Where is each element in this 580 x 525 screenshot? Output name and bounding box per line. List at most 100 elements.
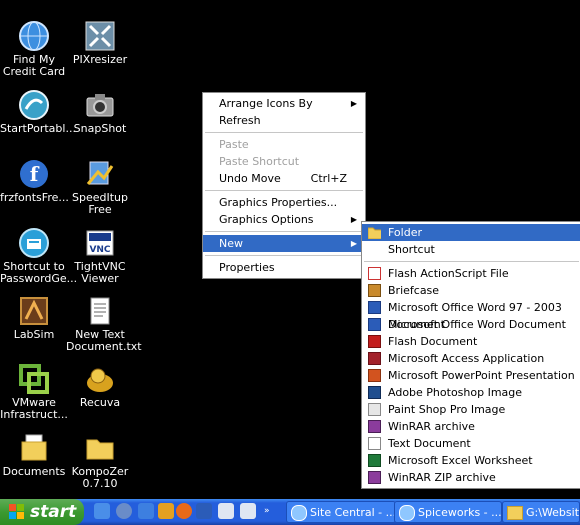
menu-item-label: Graphics Properties...: [219, 196, 338, 209]
desktop-icon-labsim[interactable]: LabSim: [0, 295, 68, 341]
vmware-icon: [18, 363, 50, 395]
documents-folder-icon: [18, 432, 50, 464]
submenu-item-powerpoint[interactable]: Microsoft PowerPoint Presentation: [362, 367, 580, 384]
ie-icon: [399, 505, 415, 521]
menu-separator: [364, 261, 579, 262]
quicklaunch-ie-icon[interactable]: [138, 503, 154, 519]
menu-separator: [205, 190, 363, 191]
svg-text:VNC: VNC: [89, 245, 110, 255]
menu-item-properties[interactable]: Properties: [203, 259, 365, 276]
menu-item-arrange-icons-by[interactable]: Arrange Icons By ▶: [203, 95, 365, 112]
menu-item-label: Graphics Options: [219, 213, 314, 226]
powerpoint-icon: [368, 369, 381, 382]
text-document-icon: [84, 295, 116, 327]
menu-item-new[interactable]: New ▶: [203, 235, 365, 252]
task-label: Spiceworks - ...: [418, 506, 502, 519]
submenu-item-winrar-zip[interactable]: WinRAR ZIP archive: [362, 469, 580, 486]
speeditup-icon: [84, 158, 116, 190]
text-document-icon: [368, 437, 381, 450]
submenu-arrow-icon: ▶: [350, 215, 357, 224]
quicklaunch-document-icon[interactable]: [240, 503, 256, 519]
globe-icon: [18, 20, 50, 52]
new-submenu: Folder Shortcut Flash ActionScript File …: [361, 221, 580, 489]
menu-item-label: Undo Move: [219, 172, 281, 185]
menu-item-label: Text Document: [388, 437, 471, 450]
ie-icon: [291, 505, 307, 521]
start-label: start: [30, 502, 77, 522]
taskbar: start » Site Central - ... Spiceworks - …: [0, 499, 580, 525]
submenu-item-winrar-archive[interactable]: WinRAR archive: [362, 418, 580, 435]
quicklaunch-firefox-icon[interactable]: [176, 503, 192, 519]
menu-item-paste: Paste: [203, 136, 365, 153]
taskbar-button-website-folder[interactable]: G:\Website ...: [502, 501, 580, 523]
desktop-icon-label: Shortcut to PasswordGe...: [0, 260, 78, 285]
folder-icon: [368, 227, 381, 239]
menu-item-label: Microsoft PowerPoint Presentation: [388, 369, 575, 382]
submenu-item-flash-document[interactable]: Flash Document: [362, 333, 580, 350]
labsim-icon: [18, 295, 50, 327]
flash-icon: [368, 335, 381, 348]
submenu-item-folder[interactable]: Folder: [362, 224, 580, 241]
menu-item-label: Properties: [219, 261, 275, 274]
desktop-icon-label: frzfontsFre...: [0, 191, 69, 204]
quicklaunch-word-icon[interactable]: [196, 503, 212, 519]
menu-item-label: Paste: [219, 138, 249, 151]
shortcut-icon: [368, 243, 381, 256]
submenu-item-briefcase[interactable]: Briefcase: [362, 282, 580, 299]
desktop-icon-label: VMware Infrastruct...: [0, 396, 68, 421]
menu-item-label: Paste Shortcut: [219, 155, 300, 168]
desktop-icon-recuva[interactable]: Recuva: [66, 363, 134, 409]
menu-item-paste-shortcut: Paste Shortcut: [203, 153, 365, 170]
submenu-item-text-document[interactable]: Text Document: [362, 435, 580, 452]
vnc-icon: VNC: [84, 227, 116, 259]
desktop-icon-new-text-document[interactable]: New Text Document.txt: [66, 295, 142, 353]
desktop-icon-documents[interactable]: Documents: [0, 432, 68, 478]
menu-item-label: New: [219, 237, 243, 250]
taskbar-button-spiceworks[interactable]: Spiceworks - ...: [394, 501, 502, 523]
menu-item-label: Briefcase: [388, 284, 440, 297]
desktop-icon-snapshot[interactable]: SnapShot: [66, 89, 134, 135]
desktop-icon-label: New Text Document.txt: [66, 328, 142, 353]
desktop-icon-label: Documents: [2, 465, 66, 478]
word-icon: [368, 318, 381, 331]
menu-item-label: WinRAR archive: [388, 420, 475, 433]
taskbar-button-site-central[interactable]: Site Central - ...: [286, 501, 396, 523]
access-icon: [368, 352, 381, 365]
desktop-icon-passwordgen[interactable]: Shortcut to PasswordGe...: [0, 227, 78, 285]
submenu-item-shortcut[interactable]: Shortcut: [362, 241, 580, 258]
menu-item-refresh[interactable]: Refresh: [203, 112, 365, 129]
submenu-item-word-97-2003[interactable]: Microsoft Office Word 97 - 2003 Document: [362, 299, 580, 331]
desktop-icon-label: SnapShot: [73, 122, 127, 135]
menu-item-graphics-options[interactable]: Graphics Options ▶: [203, 211, 365, 228]
submenu-item-excel-worksheet[interactable]: Microsoft Excel Worksheet: [362, 452, 580, 469]
menu-item-graphics-properties[interactable]: Graphics Properties...: [203, 194, 365, 211]
quicklaunch-expand-icon[interactable]: »: [264, 503, 274, 519]
folder-icon: [84, 432, 116, 464]
submenu-item-word-document[interactable]: Microsoft Office Word Document: [362, 316, 580, 333]
start-button[interactable]: start: [0, 499, 84, 525]
windows-logo-icon: [9, 504, 24, 519]
menu-item-undo-move[interactable]: Undo Move Ctrl+Z: [203, 170, 365, 187]
winrar-zip-icon: [368, 471, 381, 484]
desktop-icon-pixresizer[interactable]: PIXresizer: [66, 20, 134, 66]
desktop-icon-tightvnc[interactable]: VNC TightVNC Viewer: [66, 227, 134, 285]
desktop-icon-speeditup[interactable]: SpeedItup Free: [66, 158, 134, 216]
desktop-icon-label: Find My Credit Card: [2, 53, 66, 78]
desktop-icon-kompozer[interactable]: KompoZer 0.7.10: [66, 432, 134, 490]
desktop-icon-vmware[interactable]: VMware Infrastruct...: [0, 363, 68, 421]
submenu-item-flash-actionscript[interactable]: Flash ActionScript File: [362, 265, 580, 282]
quicklaunch-app-icon[interactable]: [158, 503, 174, 519]
menu-separator: [205, 231, 363, 232]
quicklaunch-media-icon[interactable]: [116, 503, 132, 519]
desktop-icon-startportable[interactable]: StartPortabl...: [0, 89, 76, 135]
submenu-item-access-application[interactable]: Microsoft Access Application: [362, 350, 580, 367]
photoshop-icon: [368, 386, 381, 399]
submenu-item-photoshop[interactable]: Adobe Photoshop Image: [362, 384, 580, 401]
quicklaunch-ie-icon[interactable]: [94, 503, 110, 519]
desktop-icon-frzfonts[interactable]: f frzfontsFre...: [0, 158, 69, 204]
submenu-arrow-icon: ▶: [350, 239, 357, 248]
quicklaunch-document-icon[interactable]: [218, 503, 234, 519]
submenu-item-paint-shop-pro[interactable]: Paint Shop Pro Image: [362, 401, 580, 418]
desktop-icon-find-my-credit-card[interactable]: Find My Credit Card: [0, 20, 68, 78]
menu-separator: [205, 255, 363, 256]
